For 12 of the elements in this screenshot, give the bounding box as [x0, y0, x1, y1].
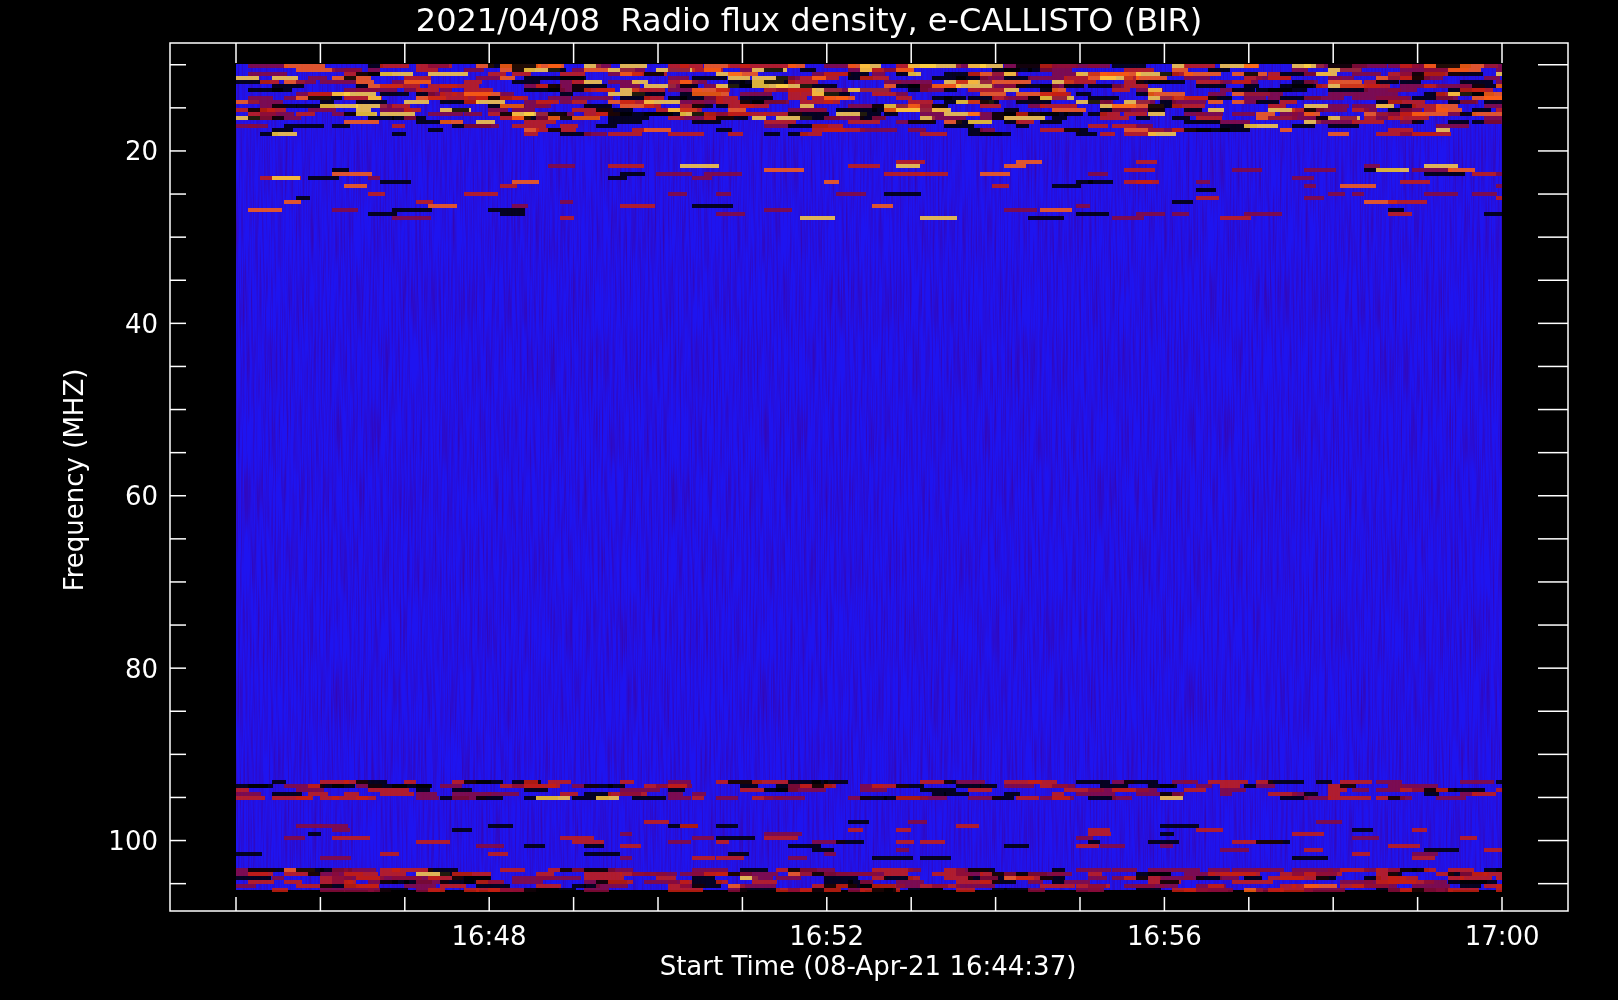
- axis-tick-label: 20: [124, 136, 158, 166]
- axis-tick-label: 16:56: [1126, 921, 1202, 951]
- axis-tick-label: 17:00: [1464, 921, 1540, 951]
- axis-title: Frequency (MHZ): [59, 368, 89, 592]
- axis-tick-label: 100: [108, 826, 158, 856]
- axis-title: Start Time (08-Apr-21 16:44:37): [659, 951, 1077, 981]
- axis-tick-label: 80: [124, 653, 158, 684]
- axis-tick-label: 40: [124, 308, 158, 339]
- chart-title: 2021/04/08 Radio flux density, e-CALLISTO (BIR): [415, 1, 1203, 39]
- axis-tick-label: 16:52: [789, 921, 865, 951]
- axis-tick-label: 60: [124, 481, 158, 511]
- axis-tick-label: 16:48: [451, 921, 527, 951]
